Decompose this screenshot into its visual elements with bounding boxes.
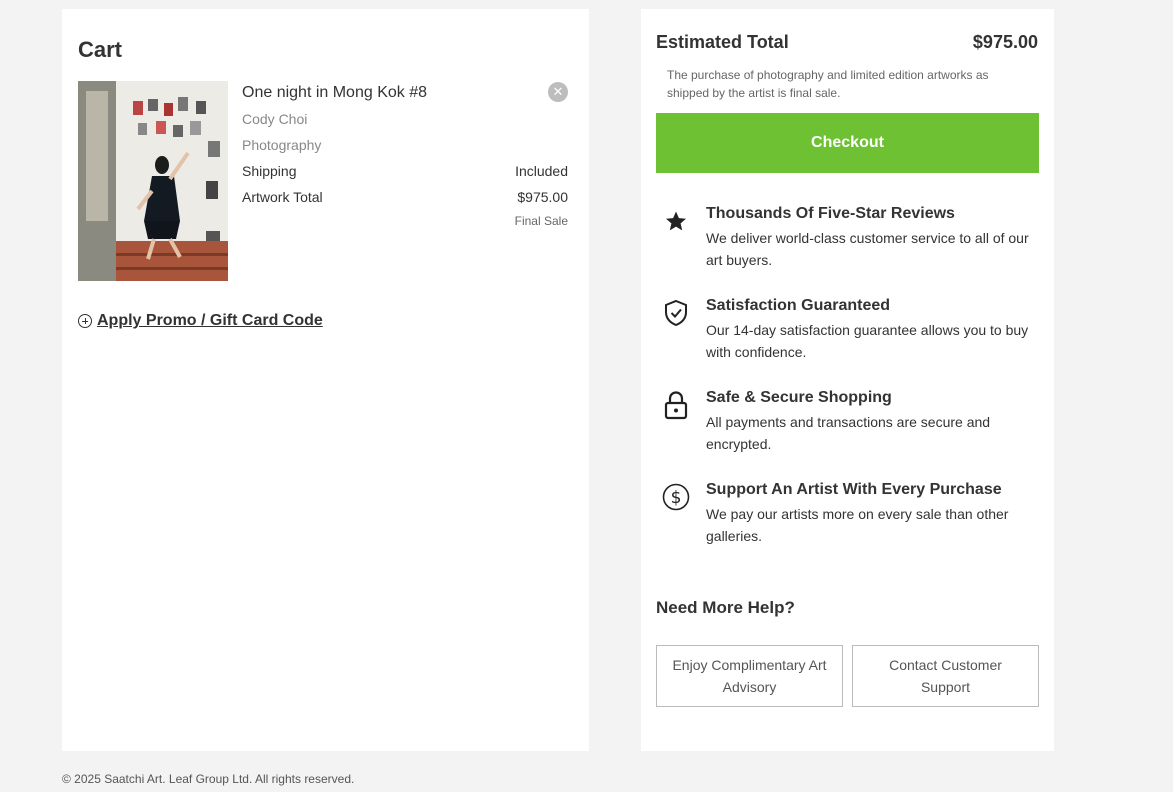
order-summary-panel: Estimated Total $975.00 The purchase of … <box>641 9 1054 751</box>
cart-item: One night in Mong Kok #8 Cody Choi Photo… <box>78 81 568 281</box>
final-sale-note: Final Sale <box>514 214 568 228</box>
promo-code-toggle[interactable]: Apply Promo / Gift Card Code <box>78 312 323 330</box>
cart-title: Cart <box>78 37 123 62</box>
feature-description: All payments and transactions are secure… <box>706 414 991 452</box>
checkout-page: Cart One night in Mong Kok #8 Cody Choi … <box>0 0 1173 792</box>
shield-check-icon <box>660 297 692 329</box>
shipping-label: Shipping <box>242 163 297 179</box>
art-advisory-button[interactable]: Enjoy Complimentary Art Advisory <box>656 645 843 707</box>
checkout-button[interactable]: Checkout <box>656 113 1039 173</box>
artwork-photo <box>78 81 228 281</box>
artwork-total-label: Artwork Total <box>242 189 323 205</box>
artwork-title[interactable]: One night in Mong Kok #8 <box>242 84 427 102</box>
artwork-category: Photography <box>242 137 322 153</box>
feature-title: Support An Artist With Every Purchase <box>706 481 1002 498</box>
lock-icon <box>660 389 692 421</box>
feature-description: We deliver world-class customer service … <box>706 230 1029 268</box>
feature-title: Safe & Secure Shopping <box>706 389 892 406</box>
promo-code-link[interactable]: Apply Promo / Gift Card Code <box>97 312 323 330</box>
contact-support-button[interactable]: Contact Customer Support <box>852 645 1039 707</box>
dollar-circle-icon: $ <box>660 481 692 513</box>
artwork-total-row: Artwork Total $975.00 <box>242 189 568 205</box>
close-icon: ✕ <box>552 84 564 99</box>
artist-name[interactable]: Cody Choi <box>242 111 307 127</box>
shipping-value: Included <box>515 163 568 179</box>
svg-text:$: $ <box>671 488 682 508</box>
cart-panel: Cart One night in Mong Kok #8 Cody Choi … <box>62 9 589 751</box>
feature-description: We pay our artists more on every sale th… <box>706 506 1009 544</box>
plus-circle-icon <box>78 314 92 328</box>
feature-title: Thousands Of Five-Star Reviews <box>706 205 955 222</box>
footer-copyright: © 2025 Saatchi Art. Leaf Group Ltd. All … <box>62 772 355 786</box>
artwork-thumbnail[interactable] <box>78 81 228 281</box>
artwork-total-value: $975.00 <box>517 189 568 205</box>
final-sale-disclaimer: The purchase of photography and limited … <box>667 68 989 100</box>
feature-title: Satisfaction Guaranteed <box>706 297 891 314</box>
estimated-total-value: $975.00 <box>972 32 1038 52</box>
help-title: Need More Help? <box>656 598 795 617</box>
shipping-row: Shipping Included <box>242 163 568 179</box>
estimated-total-label: Estimated Total <box>656 32 789 52</box>
remove-item-button[interactable]: ✕ <box>548 82 568 102</box>
star-icon <box>660 205 692 237</box>
feature-description: Our 14-day satisfaction guarantee allows… <box>706 322 1029 360</box>
